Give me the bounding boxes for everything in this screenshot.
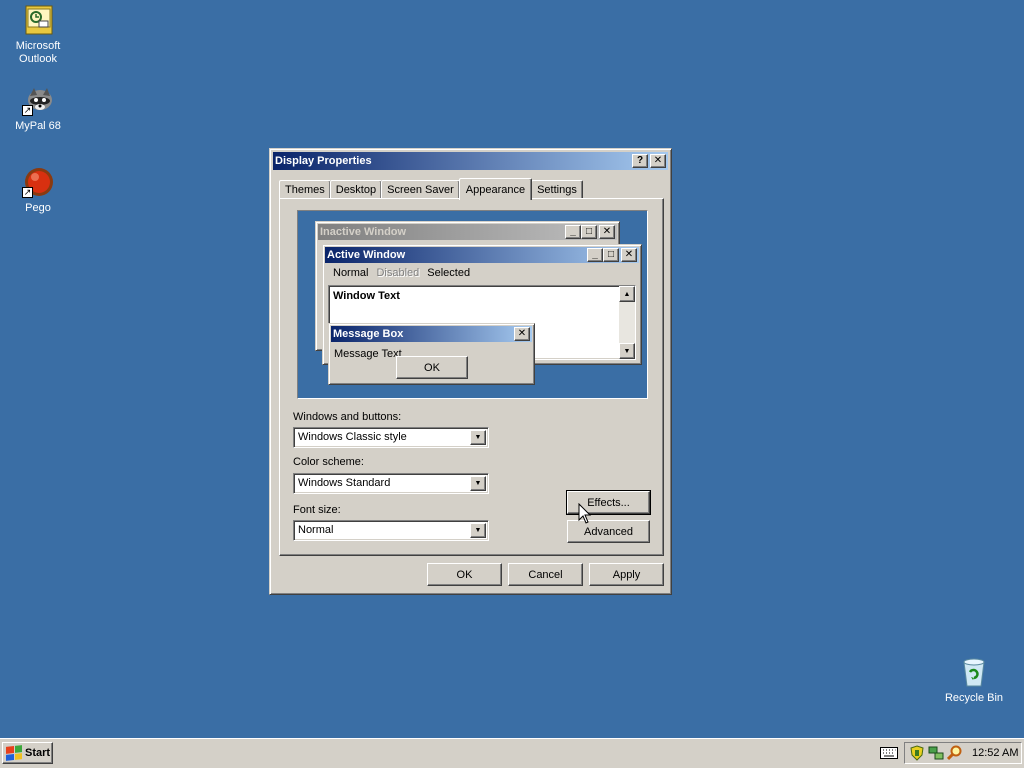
font-size-label: Font size:	[293, 504, 341, 516]
button-label: Advanced	[584, 525, 633, 538]
select-value: Windows Standard	[298, 477, 391, 489]
tab-label: Themes	[285, 184, 325, 196]
minimize-icon: _	[587, 248, 603, 262]
preview-message-titlebar: Message Box ✕	[331, 326, 532, 342]
font-size-select[interactable]: Normal ▼	[293, 520, 489, 541]
chevron-down-icon[interactable]: ▼	[470, 523, 486, 538]
keyboard-icon[interactable]	[880, 745, 898, 761]
system-tray: 12:52 AM	[904, 742, 1022, 764]
close-icon: ✕	[653, 155, 663, 166]
tab-strip: Themes Desktop Screen Saver Appearance S…	[279, 178, 583, 200]
clock[interactable]: 12:52 AM	[972, 747, 1018, 759]
preview-window-text: Window Text	[333, 290, 400, 302]
desktop-icon-mypal[interactable]: ↗ MyPal 68	[0, 84, 76, 133]
icon-label: Outlook	[19, 53, 57, 65]
start-label: Start	[25, 747, 51, 759]
preview-scrollbar: ▲ ▼	[619, 286, 635, 359]
preview-message-title: Message Box	[333, 328, 404, 340]
apply-button[interactable]: Apply	[589, 563, 664, 586]
appearance-preview: Inactive Window _ □ ✕ Active Window _ □ …	[297, 210, 648, 399]
tab-label: Appearance	[465, 183, 526, 196]
button-label: Cancel	[528, 568, 563, 581]
ok-button[interactable]: OK	[427, 563, 502, 586]
color-scheme-select[interactable]: Windows Standard ▼	[293, 473, 489, 494]
preview-menu-bar: Normal Disabled Selected	[329, 267, 474, 279]
outlook-icon	[22, 4, 54, 36]
icon-label: MyPal 68	[15, 120, 61, 132]
shortcut-arrow-icon: ↗	[22, 105, 33, 116]
icon-label: Pego	[25, 202, 51, 214]
preview-active-titlebar: Active Window _ □ ✕	[325, 247, 639, 263]
preview-menu-normal: Normal	[333, 267, 369, 279]
start-button[interactable]: Start	[2, 742, 53, 764]
close-button[interactable]: ✕	[650, 154, 666, 168]
preview-active-title: Active Window	[327, 249, 406, 261]
chevron-down-icon[interactable]: ▼	[470, 476, 486, 491]
scroll-up-icon: ▲	[619, 286, 635, 302]
maximize-icon: □	[581, 225, 597, 239]
icon-label: Microsoft	[15, 40, 61, 52]
desktop-icon-outlook[interactable]: Microsoft Outlook	[0, 4, 76, 66]
dialog-titlebar[interactable]: Display Properties ? ✕	[273, 152, 668, 170]
preview-message-text: Message Text	[334, 348, 402, 360]
tab-themes[interactable]: Themes	[279, 180, 331, 199]
select-value: Normal	[298, 524, 334, 536]
windows-buttons-label: Windows and buttons:	[293, 411, 402, 423]
desktop-icon-recycle-bin[interactable]: Recycle Bin	[936, 656, 1012, 705]
scroll-down-icon: ▼	[619, 343, 635, 359]
select-value: Windows Classic style	[298, 431, 407, 443]
minimize-icon: _	[565, 225, 581, 239]
preview-ok-button: OK	[396, 356, 468, 379]
tab-screen-saver[interactable]: Screen Saver	[381, 180, 460, 199]
display-properties-dialog: Display Properties ? ✕ Themes Desktop Sc…	[269, 148, 672, 595]
mypal-icon: ↗	[22, 84, 54, 116]
network-icon[interactable]	[928, 745, 944, 761]
help-button[interactable]: ?	[632, 154, 648, 168]
recycle-bin-icon	[958, 656, 990, 688]
tab-desktop[interactable]: Desktop	[329, 180, 383, 199]
button-label: OK	[456, 568, 473, 581]
preview-message-box: Message Box ✕ Message Text OK	[328, 323, 535, 385]
search-icon[interactable]	[947, 745, 963, 761]
tab-settings[interactable]: Settings	[531, 180, 583, 199]
dialog-title: Display Properties	[275, 155, 372, 167]
button-label: OK	[424, 361, 440, 374]
button-label: Apply	[612, 568, 641, 581]
tab-label: Screen Saver	[387, 184, 454, 196]
taskbar: Start 12:52 AM	[0, 738, 1024, 768]
preview-inactive-titlebar: Inactive Window _ □ ✕	[318, 224, 617, 240]
help-icon: ?	[636, 155, 644, 166]
button-label: Effects...	[587, 496, 630, 509]
close-icon: ✕	[599, 225, 615, 239]
windows-buttons-select[interactable]: Windows Classic style ▼	[293, 427, 489, 448]
preview-inactive-title: Inactive Window	[320, 226, 407, 238]
maximize-icon: □	[603, 248, 619, 262]
shield-icon[interactable]	[909, 745, 925, 761]
desktop-icon-pego[interactable]: ↗ Pego	[0, 166, 76, 215]
mouse-cursor-icon	[578, 503, 592, 524]
preview-menu-disabled: Disabled	[376, 267, 420, 279]
pego-icon: ↗	[22, 166, 54, 198]
chevron-down-icon[interactable]: ▼	[470, 430, 486, 445]
color-scheme-label: Color scheme:	[293, 456, 364, 468]
close-icon: ✕	[514, 327, 530, 341]
appearance-panel: Inactive Window _ □ ✕ Active Window _ □ …	[279, 198, 664, 556]
tab-label: Settings	[537, 184, 577, 196]
shortcut-arrow-icon: ↗	[22, 187, 33, 198]
cancel-button[interactable]: Cancel	[508, 563, 583, 586]
preview-menu-selected: Selected	[427, 267, 471, 279]
close-icon: ✕	[621, 248, 637, 262]
icon-label: Recycle Bin	[944, 692, 1004, 704]
tab-label: Desktop	[335, 184, 377, 196]
tab-appearance[interactable]: Appearance	[458, 178, 533, 200]
windows-logo-icon	[6, 745, 22, 761]
